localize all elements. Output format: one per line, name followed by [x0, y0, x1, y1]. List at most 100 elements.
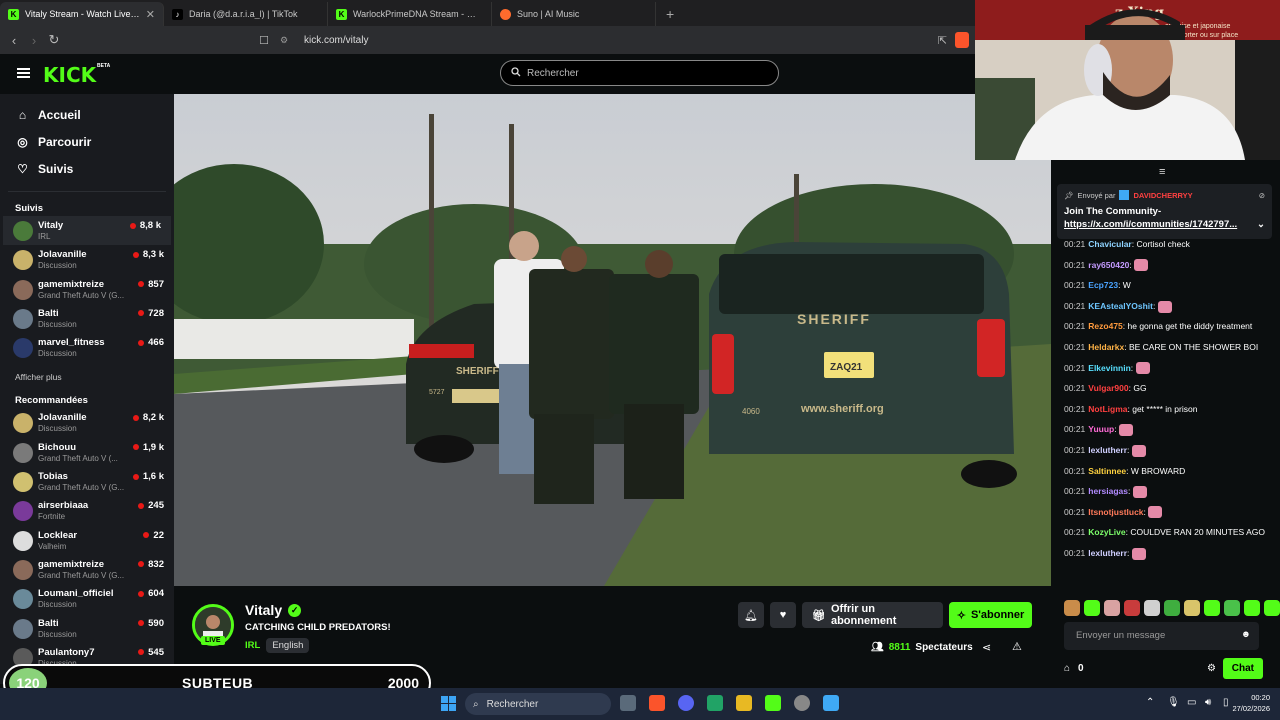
chat-username[interactable]: Elkevinnin [1088, 363, 1131, 373]
bookmark-icon[interactable]: ☐ [254, 34, 274, 47]
sidebar-channel[interactable]: Tobias Grand Theft Auto V (G... 1,6 k [0, 467, 174, 496]
sidebar-channel[interactable]: gamemixtreize Grand Theft Auto V (G... 857 [0, 275, 174, 304]
unpin-icon[interactable]: ⊘ [1259, 191, 1265, 200]
pinned-link[interactable]: https://x.com/i/communities/1742797... [1064, 218, 1237, 231]
chat-send-button[interactable]: Chat [1222, 657, 1263, 679]
brave-icon[interactable] [649, 695, 665, 711]
gift-sub-button[interactable]: 🎁︎ Offrir un abonnement [802, 602, 943, 628]
sidebar-channel[interactable]: marvel_fitness Discussion 466 [0, 333, 174, 362]
video-player[interactable]: SHERIFF 5727 SHERIFF ZAQ21 www.sheriff.o… [174, 94, 1051, 586]
settings-icon[interactable]: ⚙ [1207, 663, 1216, 674]
channel-viewers: 857 [138, 279, 164, 290]
new-tab-button[interactable]: + [656, 2, 684, 26]
emote-icon[interactable] [1164, 600, 1180, 616]
sidebar-channel[interactable]: Vitaly IRL 8,8 k [3, 216, 171, 246]
points-icon[interactable]: ⌂ [1064, 663, 1070, 674]
chat-username[interactable]: Itsnotjustluck [1088, 507, 1143, 517]
chat-username[interactable]: KEAstealYOshit [1088, 301, 1153, 311]
brave-shield-icon[interactable] [955, 32, 969, 48]
emote-icon[interactable] [1124, 600, 1140, 616]
filter-icon[interactable]: ≡ [1159, 166, 1165, 178]
chat-username[interactable]: Rezo475 [1088, 321, 1123, 331]
streamer-name[interactable]: Vitaly [245, 602, 282, 618]
url-field[interactable]: kick.com/vitaly [304, 35, 368, 46]
emote-icon[interactable] [1064, 600, 1080, 616]
chat-username[interactable]: KozyLive [1088, 527, 1125, 537]
windows-start-icon[interactable] [441, 696, 456, 711]
chat-username[interactable]: Saltinnee [1088, 466, 1126, 476]
back-icon[interactable]: ‹ [4, 33, 24, 48]
chat-username[interactable]: Ecp723 [1088, 280, 1118, 290]
emote-icon[interactable] [1144, 600, 1160, 616]
battery-icon[interactable]: ▯ [1223, 697, 1229, 708]
kick-app-icon[interactable] [765, 695, 781, 711]
nav-home[interactable]: ⌂ Accueil [0, 101, 174, 128]
emote-icon[interactable] [1204, 600, 1220, 616]
sidebar-channel[interactable]: Bichouu Grand Theft Auto V (... 1,9 k [0, 438, 174, 467]
browser-tab-kick-vitaly[interactable]: K Vitaly Stream - Watch Live on Kick ✕ [0, 2, 164, 26]
sidebar-channel[interactable]: Loumani_officiel Discussion 604 [0, 584, 174, 613]
emote-icon[interactable] [1244, 600, 1260, 616]
close-icon[interactable]: ✕ [146, 8, 155, 21]
emote-icon[interactable] [1184, 600, 1200, 616]
chat-username[interactable]: lexlutherr [1088, 445, 1127, 455]
emote-icon[interactable] [1264, 600, 1280, 616]
share-icon[interactable]: ⇱ [938, 34, 947, 47]
notification-button[interactable]: 🔔︎ [738, 602, 764, 628]
chat-username[interactable]: ray650420 [1088, 260, 1129, 270]
browser-tab-suno[interactable]: Suno | AI Music [492, 2, 656, 26]
chat-timestamp: 00:21 [1064, 259, 1086, 270]
nav-browse[interactable]: ◎ Parcourir [0, 128, 174, 155]
sidebar-channel[interactable]: gamemixtreize Grand Theft Auto V (G... 832 [0, 555, 174, 584]
chat-username[interactable]: lexlutherr [1088, 548, 1127, 558]
chat-username[interactable]: hersiagas [1088, 486, 1128, 496]
language-tag[interactable]: English [266, 638, 310, 653]
sidebar-channel[interactable]: Balti Discussion 728 [0, 304, 174, 333]
pinned-user[interactable]: DAVIDCHERRYY [1133, 191, 1192, 200]
browser-tab-tiktok[interactable]: ♪ Daria (@d.a.r.i.a_l) | TikTok [164, 2, 328, 26]
forward-icon[interactable]: › [24, 33, 44, 48]
nav-following[interactable]: ♡ Suivis [0, 155, 174, 182]
system-clock[interactable]: 00:20 27/02/2026 [1232, 692, 1270, 714]
obs-icon[interactable] [794, 695, 810, 711]
sidebar-channel[interactable]: Jolavanille Discussion 8,3 k [0, 245, 174, 274]
browser-tab-kick-warlock[interactable]: K WarlockPrimeDNA Stream - Watch Live on… [328, 2, 492, 26]
menu-icon[interactable] [17, 68, 30, 78]
kick-logo[interactable]: KICK [43, 63, 96, 87]
emote-icon[interactable] [1104, 600, 1120, 616]
folder-icon[interactable] [736, 695, 752, 711]
share-icon[interactable]: ⋖ [982, 641, 991, 654]
chat-username[interactable]: NotLigma [1088, 404, 1127, 414]
task-view-icon[interactable] [620, 695, 636, 711]
reload-icon[interactable]: ↻ [44, 32, 64, 48]
category-link[interactable]: IRL [245, 640, 260, 651]
emoji-icon[interactable]: ☻ [1241, 629, 1251, 640]
sidebar-channel[interactable]: airserbiaaa Fortnite 245 [0, 496, 174, 525]
chevron-down-icon[interactable]: ⌄ [1257, 218, 1265, 231]
show-more-link[interactable]: Afficher plus [0, 365, 174, 389]
emote-icon[interactable] [1224, 600, 1240, 616]
volume-icon[interactable]: 🔊︎ [1205, 697, 1211, 708]
excel-icon[interactable] [707, 695, 723, 711]
sidebar-channel[interactable]: Jolavanille Discussion 8,2 k [0, 408, 174, 437]
microphone-icon[interactable]: 🎙︎ [1167, 697, 1180, 708]
discord-icon[interactable] [678, 695, 694, 711]
taskbar-search[interactable]: ⌕ Rechercher [465, 693, 611, 715]
follow-button[interactable]: ♥ [770, 602, 796, 628]
gift-icon: 🎁︎ [812, 609, 826, 622]
search-input[interactable]: Rechercher [500, 60, 779, 86]
site-info-icon[interactable]: ⚙ [274, 35, 294, 46]
chat-username[interactable]: Vulgar900 [1088, 383, 1128, 393]
chat-username[interactable]: Heldarkx [1088, 342, 1124, 352]
chat-username[interactable]: Chavicular [1088, 239, 1131, 249]
emote-icon[interactable] [1084, 600, 1100, 616]
subscribe-button[interactable]: ✧ S'abonner [949, 602, 1032, 628]
report-icon[interactable]: ⚠ [1012, 640, 1022, 653]
chat-username[interactable]: Yuuup [1088, 424, 1114, 434]
sidebar-channel[interactable]: Balti Discussion 590 [0, 614, 174, 643]
network-icon[interactable]: ▭ [1187, 697, 1196, 708]
chat-input[interactable]: Envoyer un message ☻ [1064, 622, 1259, 650]
app-icon[interactable] [823, 695, 839, 711]
sidebar-channel[interactable]: Locklear Valheim 22 [0, 526, 174, 555]
chevron-up-icon[interactable]: ⌃ [1146, 697, 1154, 708]
